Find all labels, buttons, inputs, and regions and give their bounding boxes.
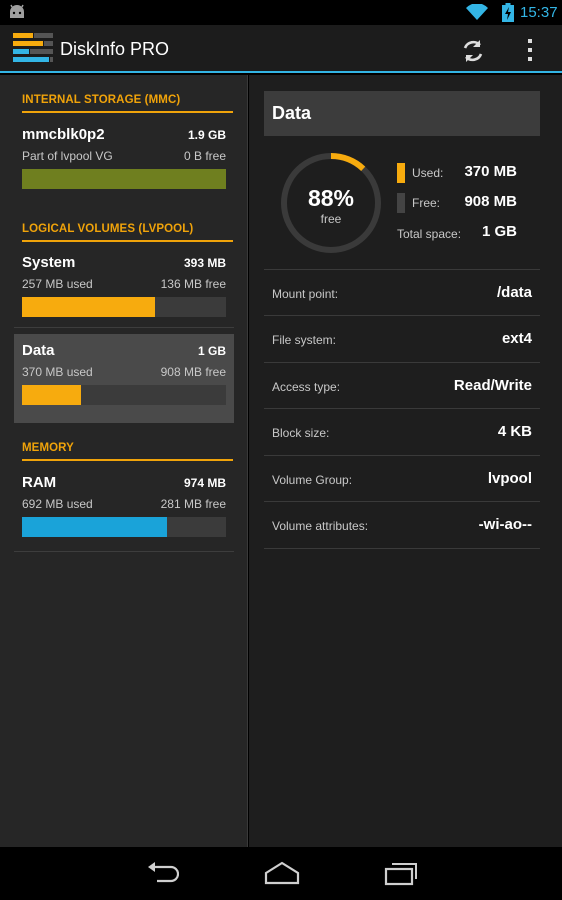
clock: 15:37 xyxy=(520,4,558,21)
property-label: File system: xyxy=(272,333,337,347)
property-row-volume-group: Volume Group: lvpool xyxy=(264,455,540,502)
list-item-system[interactable]: System 393 MB 257 MB used 136 MB free xyxy=(14,246,234,335)
total-space-value: 1 GB xyxy=(481,223,517,240)
property-row-mount-point: Mount point: /data xyxy=(264,269,540,316)
used-legend-swatch xyxy=(397,163,405,183)
property-row-volume-attributes: Volume attributes: -wi-ao-- xyxy=(264,501,540,549)
volume-size: 393 MB xyxy=(183,256,226,270)
list-item-mmcblk0p2[interactable]: mmcblk0p2 1.9 GB Part of lvpool VG 0 B f… xyxy=(14,118,234,207)
status-bar: 15:37 xyxy=(0,0,562,25)
divider xyxy=(14,551,234,552)
property-row-block-size: Block size: 4 KB xyxy=(264,408,540,455)
usage-bar xyxy=(22,297,226,317)
free-space-donut-chart: 88% free xyxy=(281,153,381,253)
recent-apps-icon[interactable] xyxy=(384,861,418,887)
usage-bar xyxy=(22,169,226,189)
volume-list-pane: INTERNAL STORAGE (MMC) mmcblk0p2 1.9 GB … xyxy=(0,75,248,847)
property-row-access-type: Access type: Read/Write xyxy=(264,362,540,409)
property-value: /data xyxy=(496,284,532,301)
usage-bar-fill xyxy=(22,517,167,537)
navigation-bar xyxy=(0,847,562,900)
property-value: 4 KB xyxy=(497,423,532,440)
volume-used: 257 MB used xyxy=(22,277,93,291)
divider xyxy=(14,327,234,328)
property-label: Block size: xyxy=(272,426,330,440)
free-legend-swatch xyxy=(397,193,405,213)
app-logo-icon[interactable] xyxy=(13,33,53,65)
back-icon[interactable] xyxy=(145,861,179,887)
usage-bar-fill xyxy=(22,297,156,317)
property-label: Volume attributes: xyxy=(272,519,369,533)
section-header-memory: MEMORY xyxy=(22,442,233,461)
volume-name: mmcblk0p2 xyxy=(22,126,105,143)
section-header-internal-storage: INTERNAL STORAGE (MMC) xyxy=(22,94,233,113)
volume-name: Data xyxy=(22,342,55,359)
home-icon[interactable] xyxy=(264,861,300,887)
property-value: -wi-ao-- xyxy=(478,516,532,533)
refresh-icon[interactable] xyxy=(458,36,488,66)
percent-free-label: free xyxy=(321,212,342,226)
app-title: DiskInfo PRO xyxy=(60,39,170,59)
property-label: Volume Group: xyxy=(272,473,353,487)
property-value: Read/Write xyxy=(453,377,532,394)
detail-header: Data xyxy=(264,91,540,136)
battery-charging-icon xyxy=(502,3,514,22)
property-value: ext4 xyxy=(501,330,532,347)
android-icon xyxy=(10,4,24,18)
property-value: lvpool xyxy=(487,470,532,487)
memory-name: RAM xyxy=(22,474,57,491)
volume-free: 136 MB free xyxy=(160,277,226,291)
volume-size: 1 GB xyxy=(197,344,226,358)
memory-used: 692 MB used xyxy=(22,497,93,511)
list-item-ram[interactable]: RAM 974 MB 692 MB used 281 MB free xyxy=(14,466,234,555)
section-header-logical-volumes: LOGICAL VOLUMES (LVPOOL) xyxy=(22,223,233,242)
volume-detail-pane: Data 88% free Used: 370 MB Free: 908 MB … xyxy=(249,75,562,847)
volume-free: 908 MB free xyxy=(160,365,226,379)
wifi-icon xyxy=(466,4,488,20)
usage-bar xyxy=(22,517,226,537)
volume-size: 1.9 GB xyxy=(187,128,226,142)
volume-free: 0 B free xyxy=(183,149,226,163)
list-item-data-selected[interactable]: Data 1 GB 370 MB used 908 MB free xyxy=(14,334,234,423)
usage-bar-fill xyxy=(22,169,226,189)
percent-free-text: 88% xyxy=(308,185,354,211)
property-label: Mount point: xyxy=(272,287,339,301)
free-value: 908 MB xyxy=(464,193,517,210)
detail-title: Data xyxy=(272,103,312,123)
volume-used: 370 MB used xyxy=(22,365,93,379)
property-label: Access type: xyxy=(272,380,341,394)
memory-size: 974 MB xyxy=(183,476,226,490)
usage-bar-fill xyxy=(22,385,82,405)
action-bar: DiskInfo PRO xyxy=(0,25,562,73)
usage-bar xyxy=(22,385,226,405)
property-row-file-system: File system: ext4 xyxy=(264,315,540,362)
volume-name: System xyxy=(22,254,76,271)
memory-free: 281 MB free xyxy=(160,497,226,511)
overflow-menu-icon[interactable] xyxy=(520,36,540,64)
volume-group-info: Part of lvpool VG xyxy=(22,149,113,163)
used-value: 370 MB xyxy=(464,163,517,180)
